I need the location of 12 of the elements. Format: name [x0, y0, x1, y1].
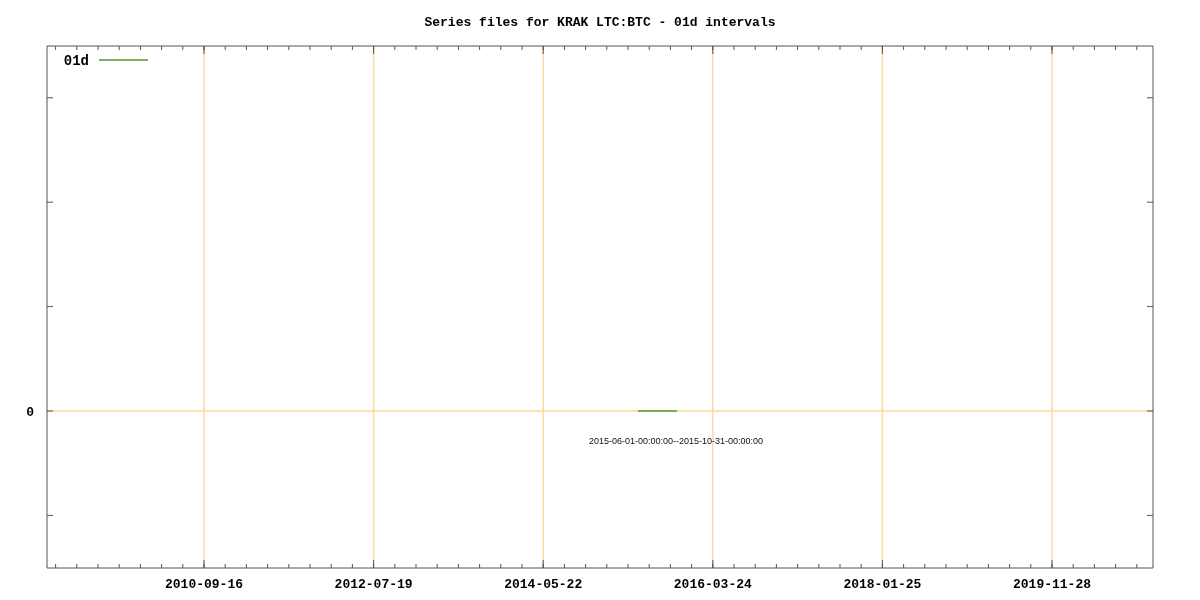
annotation-label: 2015-06-01-00:00:00--2015-10-31-00:00:00	[588, 436, 764, 446]
x-axis-label: 2016-03-24	[673, 577, 752, 592]
x-axis-label: 2019-11-28	[1013, 577, 1091, 592]
x-axis-label: 2012-07-19	[334, 577, 413, 592]
x-axis-label: 2014-05-22	[504, 577, 583, 592]
chart-title: Series files for KRAK LTC:BTC - 01d intervals	[424, 15, 776, 30]
y-axis-label: 0	[26, 405, 34, 420]
data-line	[637, 410, 678, 412]
x-axis-label: 2018-01-25	[843, 577, 922, 592]
legend-label: 01d	[63, 53, 89, 69]
legend-line	[98, 59, 149, 61]
x-axis-label: 2010-09-16	[165, 577, 243, 592]
